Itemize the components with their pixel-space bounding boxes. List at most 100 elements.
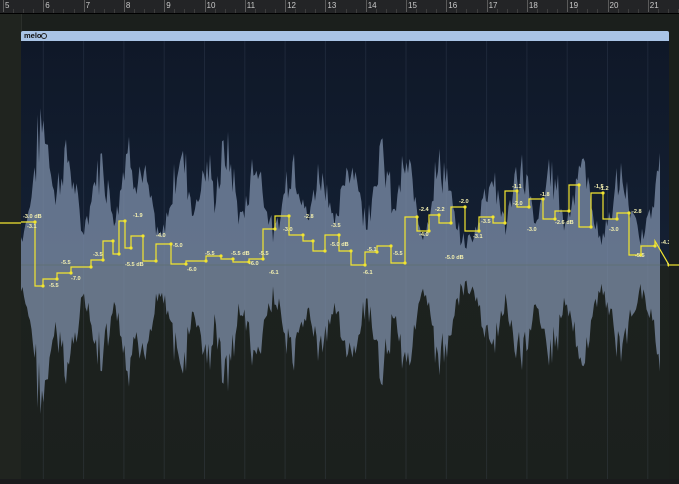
bar-tick — [365, 0, 367, 12]
automation-node — [41, 284, 45, 288]
bar-number: 7 — [85, 1, 91, 10]
beat-tick — [637, 9, 639, 13]
gain-label: -5.5 — [205, 251, 215, 257]
beat-tick — [375, 9, 377, 13]
beat-tick — [214, 9, 216, 13]
beat-tick — [184, 9, 186, 13]
gain-label: -2.2 — [435, 207, 445, 213]
bar-number: 6 — [45, 1, 50, 10]
beat-tick — [577, 9, 579, 13]
automation-node — [261, 257, 265, 261]
gain-label: -3.0 dB — [23, 214, 42, 220]
gain-label: -5.1 — [367, 247, 377, 253]
beat-tick — [355, 9, 357, 13]
beat-tick — [476, 9, 478, 13]
beat-tick — [547, 9, 549, 13]
beat-tick — [254, 9, 256, 13]
gain-label: -5.5 — [61, 260, 71, 266]
automation-node — [403, 261, 407, 265]
gain-label: -5.0 — [173, 243, 183, 249]
bar-tick — [446, 0, 448, 12]
bar-number: 11 — [246, 1, 256, 10]
bar-ruler[interactable]: 5 6 7 8 9 10 11 12 13 14 15 16 17 18 19 20 21 — [0, 0, 679, 14]
automation-node — [123, 219, 127, 223]
beat-tick — [53, 9, 55, 13]
automation-node — [437, 213, 441, 217]
bar-tick — [325, 0, 327, 12]
beat-tick — [335, 9, 337, 13]
automation-node — [615, 217, 619, 221]
bar-tick — [567, 0, 569, 12]
bar-tick — [647, 0, 649, 12]
beat-tick — [587, 9, 589, 13]
beat-tick — [73, 9, 75, 13]
region-canvas: -3.0 dB -3.1 -5.5 -7.0 -5.5 -3.5 -1.9 -5.5 dB -4… — [21, 41, 679, 479]
bar-number: 8 — [125, 1, 131, 10]
loop-circle-icon[interactable] — [41, 33, 47, 39]
beat-tick — [516, 9, 518, 13]
bar-tick — [244, 0, 246, 12]
beat-tick — [466, 9, 468, 13]
beat-tick — [496, 9, 498, 13]
bar-number: 9 — [166, 1, 171, 10]
beat-tick — [194, 9, 196, 13]
gain-label: -5.5 dB — [125, 262, 144, 268]
beat-tick — [13, 9, 15, 13]
beat-tick — [506, 9, 508, 13]
automation-node — [567, 209, 571, 213]
gain-label: -1.2 — [599, 186, 609, 192]
automation-node — [349, 249, 353, 253]
beat-tick — [667, 9, 669, 13]
gain-label: -5.5 dB — [231, 251, 250, 257]
bar-number: 5 — [5, 1, 10, 10]
bar-tick — [285, 0, 287, 12]
beat-tick — [133, 9, 135, 13]
automation-node — [231, 257, 235, 261]
region-header[interactable]: melo — [21, 31, 669, 41]
automation-node — [89, 265, 93, 269]
beat-tick — [144, 9, 146, 13]
gain-label: -3.0 — [609, 227, 619, 233]
automation-node — [323, 249, 327, 253]
gain-label: -3.5 — [331, 223, 341, 229]
beat-tick — [657, 9, 659, 13]
bar-tick — [3, 0, 4, 12]
beat-tick — [295, 9, 297, 13]
beat-tick — [305, 9, 307, 13]
beat-tick — [385, 9, 387, 13]
automation-node — [449, 221, 453, 225]
audio-region[interactable]: -3.0 dB -3.1 -5.5 -7.0 -5.5 -3.5 -1.9 -5.5 dB -4… — [21, 41, 679, 479]
gain-label: -5.5 — [49, 283, 59, 289]
beat-tick — [416, 9, 418, 13]
automation-node — [141, 234, 145, 238]
gain-label: -6.0 — [249, 261, 259, 267]
gain-label: -5.5 — [259, 251, 269, 257]
beat-tick — [275, 9, 277, 13]
bar-tick — [406, 0, 407, 12]
beat-tick — [23, 9, 25, 13]
automation-node — [415, 215, 419, 219]
gain-label: -5.0 dB — [445, 255, 464, 261]
beat-tick — [426, 9, 428, 13]
beat-tick — [315, 9, 317, 13]
automation-node — [287, 214, 291, 218]
beat-tick — [436, 9, 438, 13]
gain-label: -3.1 — [473, 234, 483, 240]
gain-label: -4.0 — [419, 232, 429, 238]
beat-tick — [264, 9, 266, 13]
gain-label: -3.5 — [93, 252, 103, 258]
gain-label: -4.3 — [661, 240, 669, 246]
bar-tick — [164, 0, 166, 12]
automation-node — [204, 259, 208, 263]
gain-label: -1.8 — [540, 192, 550, 198]
automation-node — [69, 271, 73, 275]
automation-node — [101, 258, 105, 262]
region-name: melo — [24, 31, 42, 40]
beat-tick — [536, 9, 538, 13]
gain-label: -3.5 — [481, 219, 491, 225]
automation-node — [363, 263, 367, 267]
automation-node — [527, 205, 531, 209]
automation-node — [477, 229, 481, 233]
gain-label: -4.0 — [156, 233, 166, 239]
gain-label: -2.8 — [632, 209, 642, 215]
